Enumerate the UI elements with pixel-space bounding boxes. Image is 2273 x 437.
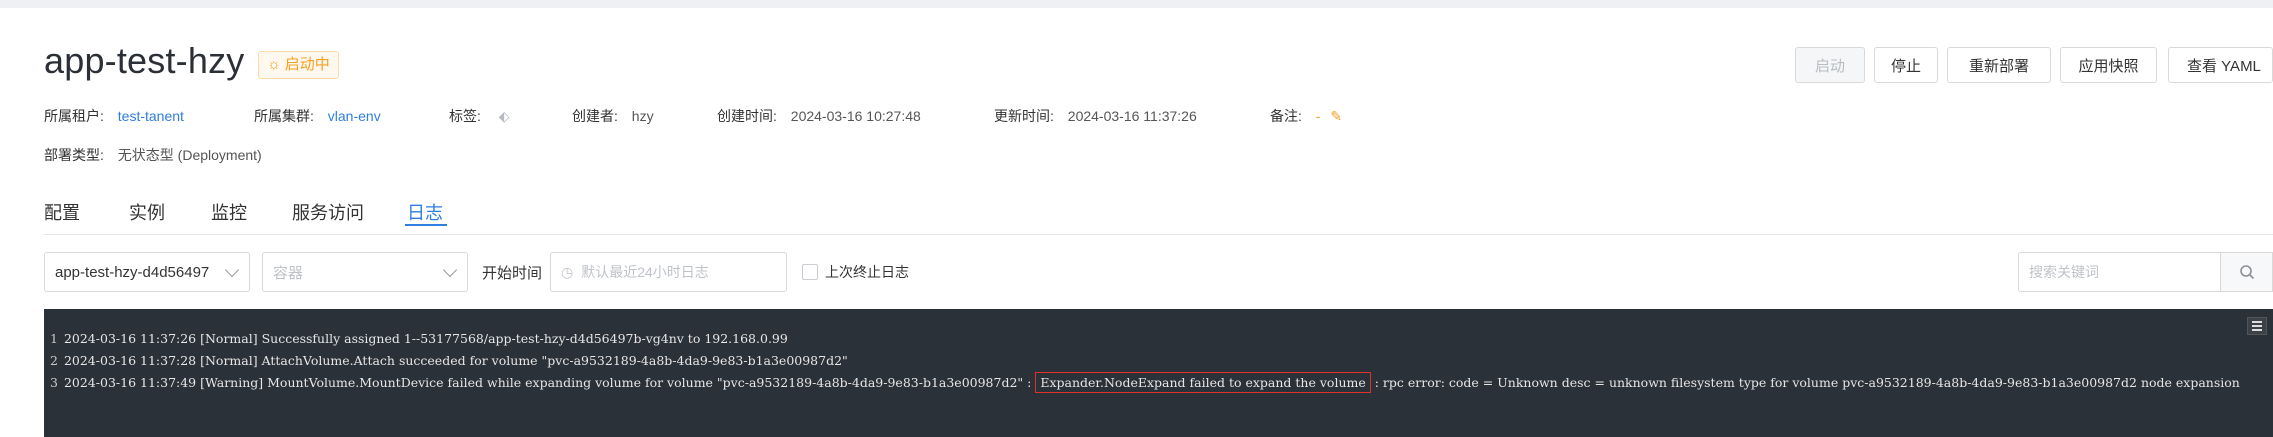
menu-icon[interactable] — [2247, 317, 2267, 335]
chevron-down-icon — [442, 262, 458, 278]
tab-monitor[interactable]: 监控 — [211, 199, 247, 225]
search-placeholder: 搜索关键词 — [2029, 264, 2099, 280]
updated-time-field: 更新时间: 2024-03-16 11:37:26 — [994, 106, 1197, 126]
log-viewer[interactable]: 1 2024-03-16 11:37:26 [Normal] Successful… — [44, 309, 2273, 437]
creator-label: 创建者: — [572, 108, 618, 124]
tab-instances[interactable]: 实例 — [129, 199, 165, 225]
updated-time-label: 更新时间: — [994, 108, 1054, 124]
updated-time-value: 2024-03-16 11:37:26 — [1067, 108, 1197, 124]
search-icon — [2239, 265, 2254, 280]
log-text: 2024-03-16 11:37:49 [Warning] MountVolum… — [63, 375, 1032, 390]
created-time-label: 创建时间: — [717, 108, 777, 124]
line-number: 2 — [50, 353, 58, 368]
redeploy-button[interactable]: 重新部署 — [1947, 47, 2051, 83]
cluster-label: 所属集群: — [254, 108, 314, 124]
remark-value: - — [1315, 108, 1321, 124]
cluster-field: 所属集群: vlan-env — [254, 106, 381, 126]
created-time-value: 2024-03-16 10:27:48 — [790, 108, 921, 124]
sun-icon: ☼ — [267, 56, 281, 73]
stop-button[interactable]: 停止 — [1874, 47, 1938, 83]
tags-field: 标签: ⬖ — [449, 106, 510, 126]
top-strip — [0, 0, 2273, 8]
active-tab-indicator — [405, 224, 447, 226]
remark-field: 备注: - ✎ — [1270, 106, 1342, 126]
log-line: 3 2024-03-16 11:37:49 [Warning] MountVolu… — [50, 372, 2240, 393]
time-range-picker[interactable]: ◷ 默认最近24小时日志 — [550, 252, 787, 292]
status-label: 启动中 — [284, 56, 330, 73]
search-button[interactable] — [2220, 252, 2273, 292]
pod-select[interactable]: app-test-hzy-d4d56497 — [44, 252, 250, 292]
status-badge: ☼ 启动中 — [258, 51, 339, 79]
deploy-type-value: 无状态型 (Deployment) — [117, 147, 262, 163]
tab-logs[interactable]: 日志 — [407, 199, 443, 225]
page-title: app-test-hzy — [44, 40, 245, 81]
log-text: 2024-03-16 11:37:28 [Normal] AttachVolum… — [63, 353, 848, 368]
chevron-down-icon — [224, 262, 240, 278]
line-number: 1 — [50, 331, 58, 346]
highlighted-error: Expander.NodeExpand failed to expand the… — [1035, 372, 1371, 393]
last-terminated-label: 上次终止日志 — [825, 264, 909, 280]
start-time-label: 开始时间 — [482, 265, 543, 282]
tenant-field: 所属租户: test-tanent — [44, 106, 184, 126]
start-button[interactable]: 启动 — [1795, 47, 1865, 83]
log-line: 1 2024-03-16 11:37:26 [Normal] Successful… — [50, 331, 788, 346]
creator-value: hzy — [631, 108, 654, 124]
tenant-link[interactable]: test-tanent — [118, 108, 184, 124]
tab-divider — [44, 234, 2273, 235]
container-placeholder: 容器 — [273, 264, 304, 282]
tag-icon[interactable]: ⬖ — [499, 108, 510, 124]
deploy-type-field: 部署类型: 无状态型 (Deployment) — [44, 145, 262, 165]
time-range-placeholder: 默认最近24小时日志 — [581, 264, 709, 280]
created-time-field: 创建时间: 2024-03-16 10:27:48 — [717, 106, 921, 126]
clock-icon: ◷ — [561, 263, 574, 280]
cluster-link[interactable]: vlan-env — [328, 108, 381, 124]
last-terminated-checkbox[interactable] — [802, 264, 818, 280]
line-number: 3 — [50, 375, 58, 390]
log-text: 2024-03-16 11:37:26 [Normal] Successfull… — [63, 331, 788, 346]
log-line: 2 2024-03-16 11:37:28 [Normal] AttachVolu… — [50, 353, 848, 368]
tags-label: 标签: — [449, 108, 481, 124]
tab-service-access[interactable]: 服务访问 — [292, 199, 364, 225]
tenant-label: 所属租户: — [44, 108, 104, 124]
search-input[interactable]: 搜索关键词 — [2018, 252, 2220, 292]
remark-label: 备注: — [1270, 108, 1302, 124]
edit-icon[interactable]: ✎ — [1330, 108, 1342, 124]
log-text: : rpc error: code = Unknown desc = unkno… — [1374, 375, 2240, 390]
view-yaml-button[interactable]: 查看 YAML — [2168, 47, 2273, 83]
creator-field: 创建者: hzy — [572, 106, 654, 126]
tab-config[interactable]: 配置 — [44, 199, 80, 225]
pod-select-value: app-test-hzy-d4d56497 — [55, 263, 210, 281]
snapshot-button[interactable]: 应用快照 — [2060, 47, 2157, 83]
deploy-type-label: 部署类型: — [44, 147, 104, 163]
container-select[interactable]: 容器 — [262, 252, 468, 292]
